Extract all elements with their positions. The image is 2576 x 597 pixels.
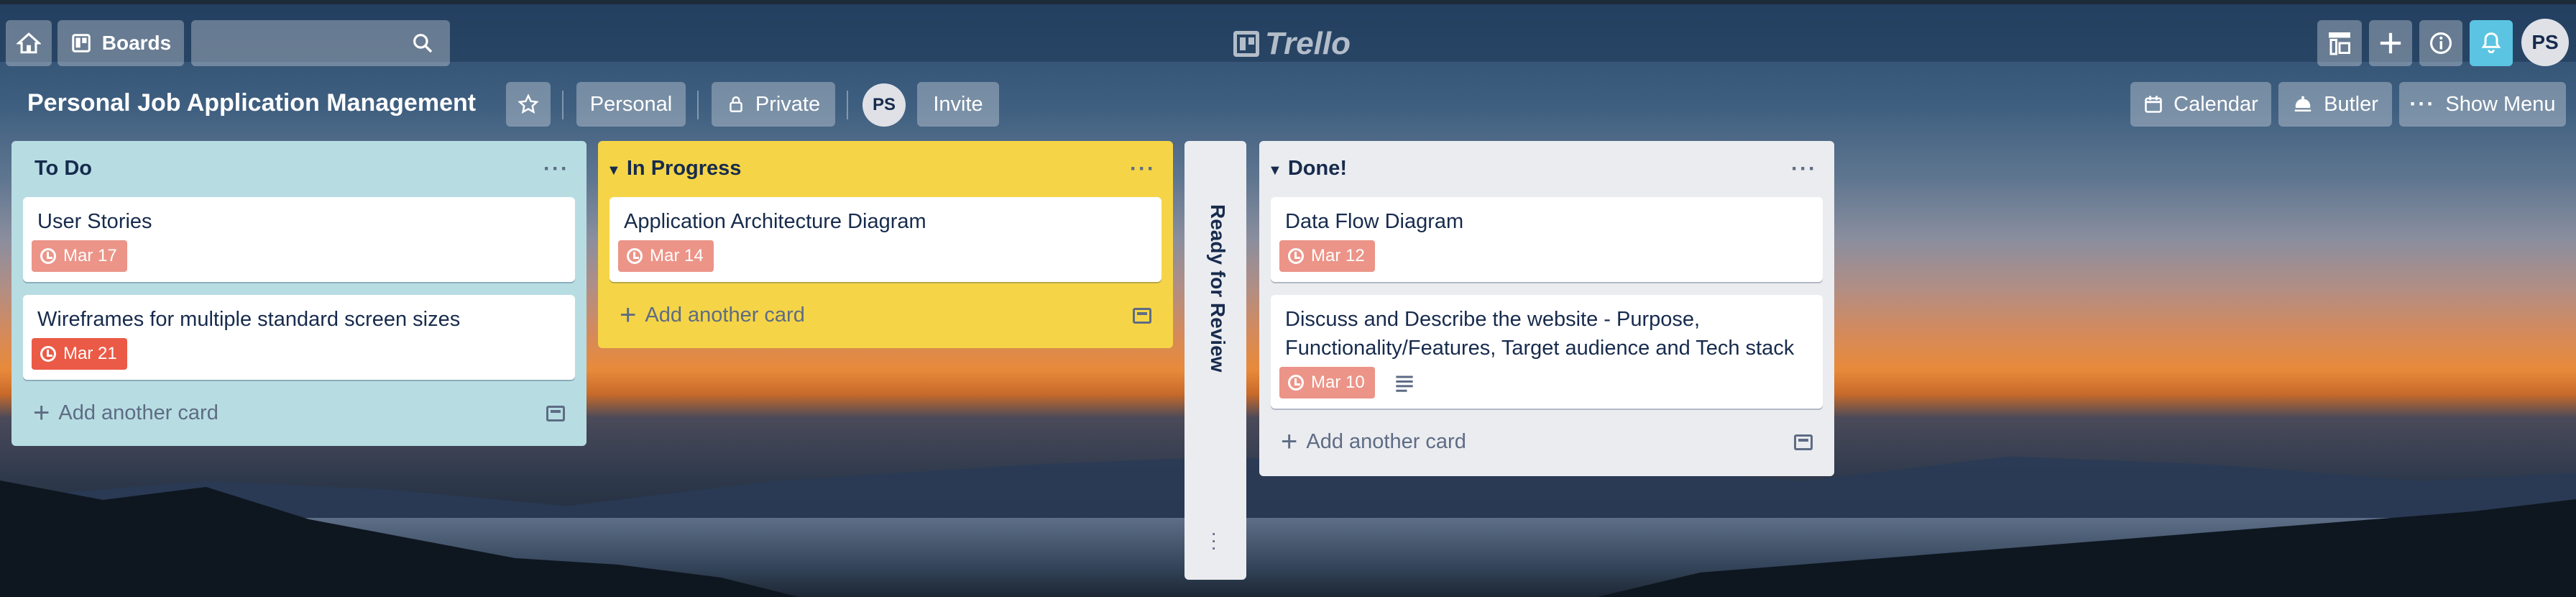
- search-icon: [413, 34, 433, 53]
- home-icon: [17, 32, 41, 54]
- list-title[interactable]: To Do: [34, 157, 92, 181]
- butler-label: Butler: [2324, 92, 2378, 116]
- plus-icon: +: [33, 397, 50, 429]
- clock-icon: [627, 248, 643, 264]
- team-button[interactable]: Personal: [576, 82, 686, 127]
- trello-logo-icon: [1233, 31, 1259, 57]
- add-card-button[interactable]: + Add another card: [620, 301, 805, 329]
- add-card-button[interactable]: + Add another card: [33, 398, 218, 427]
- list-menu-icon[interactable]: ···: [1210, 523, 1217, 557]
- description-icon: [1396, 375, 1413, 392]
- list-title[interactable]: ▼ Done!: [1268, 157, 1347, 181]
- info-button[interactable]: [2419, 20, 2462, 66]
- member-avatar[interactable]: PS: [862, 83, 906, 127]
- list-title[interactable]: Ready for Review: [1206, 204, 1229, 372]
- board-menu-button[interactable]: [2317, 20, 2362, 66]
- list-title-text: In Progress: [626, 157, 742, 180]
- card[interactable]: User Stories Mar 17: [23, 197, 575, 282]
- butler-icon: [2294, 96, 2312, 111]
- due-date-label: Mar 10: [1311, 373, 1365, 392]
- trello-logo[interactable]: Trello: [1233, 26, 1351, 62]
- list-title[interactable]: ▼ In Progress: [607, 157, 741, 181]
- due-date-badge[interactable]: Mar 12: [1279, 240, 1375, 272]
- list-menu-icon[interactable]: ···: [1130, 157, 1156, 181]
- butler-button[interactable]: Butler: [2278, 82, 2392, 127]
- list-ready-for-review-collapsed[interactable]: Ready for Review · · ·: [1184, 141, 1246, 580]
- user-avatar[interactable]: PS: [2521, 19, 2569, 66]
- create-button[interactable]: [2369, 20, 2412, 66]
- home-button[interactable]: [6, 20, 52, 66]
- list-done[interactable]: ▼ Done! ··· Data Flow Diagram Mar 12 Dis…: [1259, 141, 1834, 476]
- clock-icon: [40, 248, 56, 264]
- plus-icon: +: [1281, 426, 1298, 457]
- visibility-label: Private: [755, 92, 821, 116]
- due-date-label: Mar 14: [650, 246, 704, 265]
- calendar-button[interactable]: Calendar: [2130, 82, 2271, 127]
- add-card-button[interactable]: + Add another card: [1281, 427, 1466, 456]
- header-divider: [697, 91, 699, 119]
- due-date-badge[interactable]: Mar 21: [32, 338, 127, 370]
- card-template-icon[interactable]: [1133, 308, 1151, 324]
- card[interactable]: Application Architecture Diagram Mar 14: [610, 197, 1162, 282]
- trello-logo-text: Trello: [1265, 26, 1351, 61]
- clock-icon: [1288, 375, 1304, 391]
- list-to-do[interactable]: To Do ··· User Stories Mar 17 Wireframes…: [12, 141, 586, 446]
- header-divider: [847, 91, 848, 119]
- due-date-label: Mar 17: [63, 246, 117, 265]
- list-in-progress[interactable]: ▼ In Progress ··· Application Architectu…: [598, 141, 1173, 348]
- collapse-caret-icon: ▼: [1268, 163, 1282, 178]
- bell-icon: [2481, 32, 2501, 54]
- board-template-icon: [2329, 32, 2350, 55]
- notifications-button[interactable]: [2470, 20, 2513, 66]
- info-icon: [2429, 32, 2452, 55]
- plus-icon: +: [620, 299, 637, 331]
- list-menu-icon[interactable]: ···: [543, 157, 569, 181]
- calendar-icon: [2145, 96, 2162, 113]
- card-title: Data Flow Diagram: [1285, 210, 1464, 233]
- star-board-button[interactable]: [506, 82, 551, 127]
- clock-icon: [1288, 248, 1304, 264]
- boards-label: Boards: [101, 32, 172, 54]
- search-input[interactable]: [191, 20, 450, 66]
- clock-icon: [40, 346, 56, 362]
- show-menu-label: Show Menu: [2445, 92, 2556, 116]
- calendar-label: Calendar: [2174, 92, 2258, 116]
- card-title: Discuss and Describe the website - Purpo…: [1285, 308, 1795, 360]
- add-card-label: Add another card: [1306, 429, 1466, 453]
- card[interactable]: Discuss and Describe the website - Purpo…: [1271, 295, 1823, 409]
- visibility-button[interactable]: Private: [712, 82, 835, 127]
- card-title: Application Architecture Diagram: [624, 210, 926, 233]
- add-card-label: Add another card: [645, 303, 805, 327]
- boards-button[interactable]: Boards: [58, 20, 184, 66]
- boards-icon: [72, 34, 91, 53]
- star-icon: [518, 94, 539, 114]
- plus-icon: [2380, 32, 2401, 54]
- lock-icon: [730, 96, 742, 112]
- card-title: Wireframes for multiple standard screen …: [37, 308, 461, 331]
- list-title-text: Done!: [1287, 157, 1348, 180]
- invite-button[interactable]: Invite: [917, 82, 999, 127]
- card-template-icon[interactable]: [546, 406, 565, 421]
- show-menu-button[interactable]: ··· Show Menu: [2399, 82, 2566, 127]
- collapse-caret-icon: ▼: [607, 163, 621, 178]
- board-title[interactable]: Personal Job Application Management: [27, 89, 476, 117]
- due-date-label: Mar 21: [63, 344, 117, 363]
- list-menu-icon[interactable]: ···: [1791, 157, 1817, 181]
- due-date-badge[interactable]: Mar 10: [1279, 367, 1375, 398]
- header-divider: [562, 91, 564, 119]
- due-date-badge[interactable]: Mar 14: [618, 240, 714, 272]
- more-icon: ···: [2409, 92, 2436, 116]
- due-date-label: Mar 12: [1311, 246, 1365, 265]
- card-title: User Stories: [37, 210, 152, 233]
- top-header: Boards Trello PS: [0, 0, 2576, 66]
- card[interactable]: Wireframes for multiple standard screen …: [23, 295, 575, 380]
- add-card-label: Add another card: [58, 401, 218, 424]
- due-date-badge[interactable]: Mar 17: [32, 240, 127, 272]
- card-template-icon[interactable]: [1794, 434, 1813, 450]
- card[interactable]: Data Flow Diagram Mar 12: [1271, 197, 1823, 282]
